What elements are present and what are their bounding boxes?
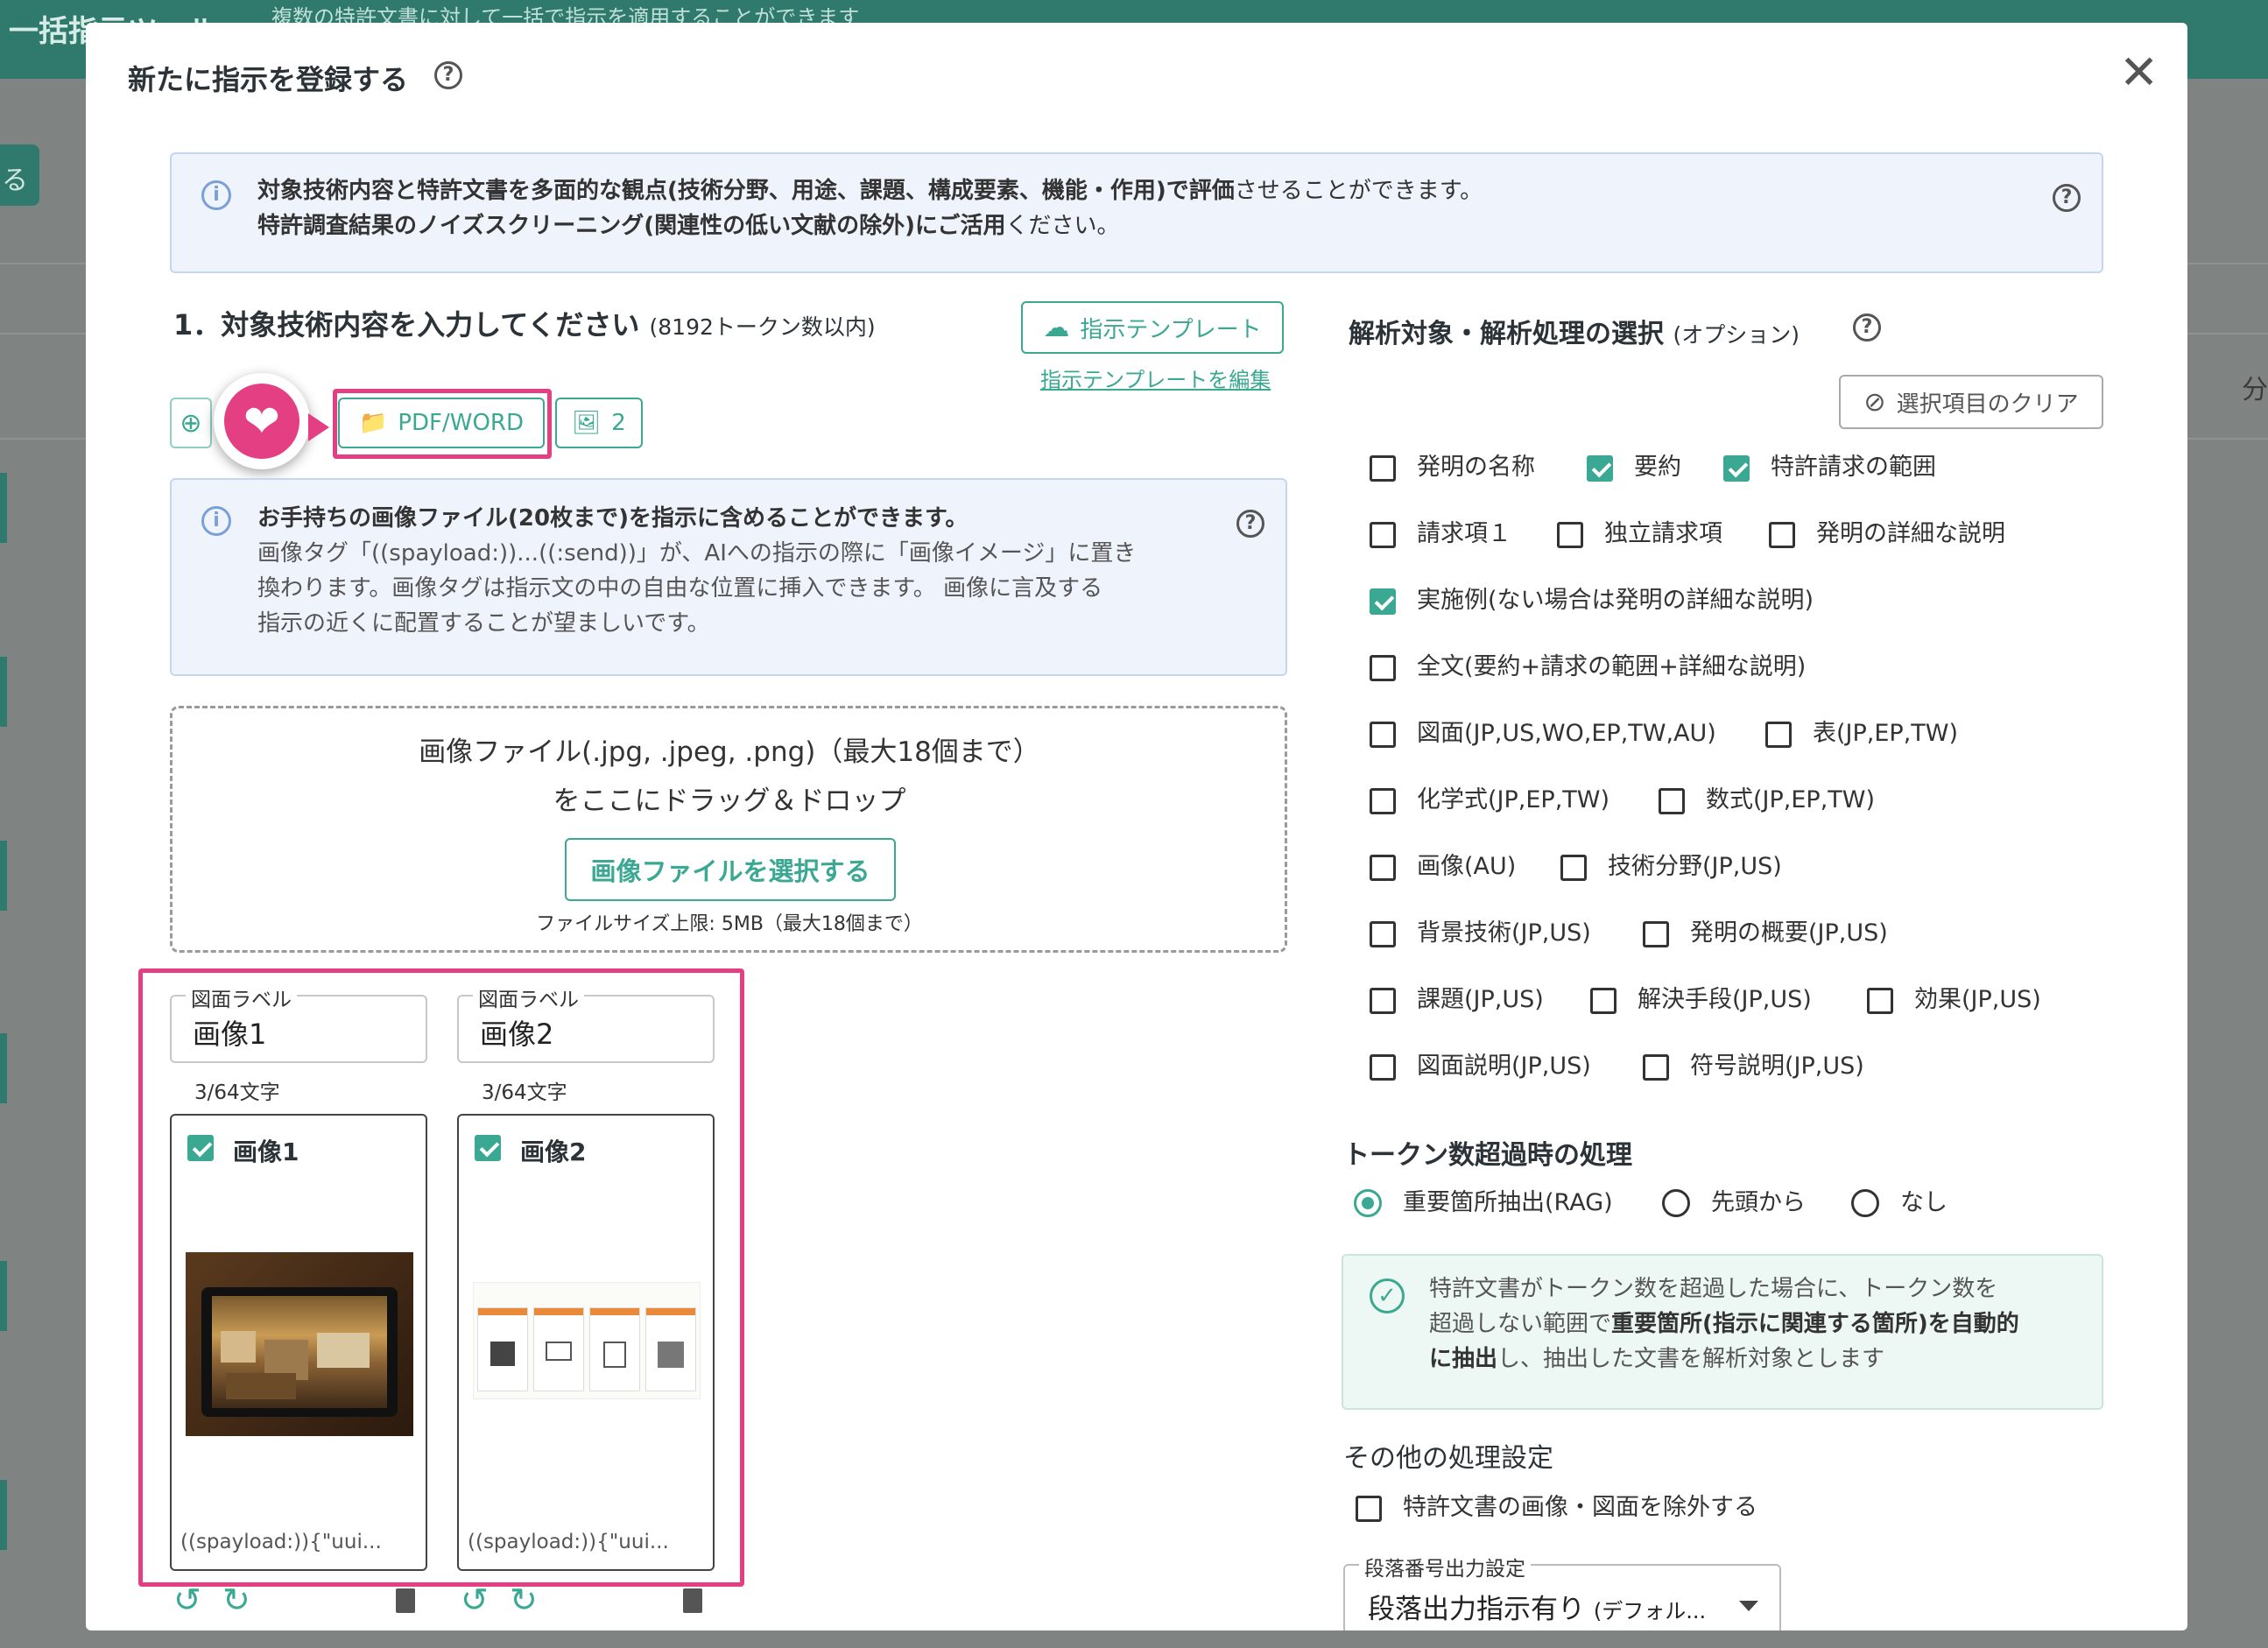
select-image-file-button[interactable]: 画像ファイルを選択する bbox=[565, 838, 896, 901]
figure-label-field-1[interactable]: 図面ラベル 画像1 bbox=[170, 982, 427, 1063]
image-checkbox-1[interactable] bbox=[187, 1135, 214, 1161]
delete-icon[interactable] bbox=[683, 1588, 702, 1613]
image-checkbox-2[interactable] bbox=[475, 1135, 501, 1161]
check-circle-icon: ✓ bbox=[1370, 1278, 1405, 1313]
register-instruction-dialog: 新たに指示を登録する ? ✕ i 対象技術内容と特許文書を多面的な観点(技術分野… bbox=[86, 23, 2187, 1630]
background-button: る bbox=[0, 144, 39, 206]
help-icon[interactable]: ? bbox=[1236, 510, 1264, 538]
help-icon[interactable]: ? bbox=[1853, 313, 1881, 342]
heart-icon: ❤ bbox=[224, 384, 299, 459]
close-icon[interactable]: ✕ bbox=[2119, 49, 2159, 96]
help-icon[interactable]: ? bbox=[434, 61, 462, 89]
pointer-arrow bbox=[308, 413, 329, 441]
clear-selection-button[interactable]: ⊘ 選択項目のクリア bbox=[1839, 375, 2103, 429]
plus-circle-icon: ⊕ bbox=[180, 407, 202, 439]
image-tag: ((spayload:)){"uui... bbox=[180, 1531, 382, 1553]
help-icon[interactable]: ? bbox=[2053, 184, 2081, 212]
info-icon: i bbox=[201, 506, 231, 536]
token-overflow-title: トークン数超過時の処理 bbox=[1343, 1140, 1632, 1171]
image-card-2: 画像2 ((spayload:)){"uui... bbox=[457, 1114, 715, 1571]
other-settings-title: その他の処理設定 bbox=[1343, 1443, 1553, 1474]
ban-icon: ⊘ bbox=[1863, 386, 1886, 418]
char-counter: 3/64文字 bbox=[194, 1081, 280, 1104]
info-icon: i bbox=[201, 180, 231, 210]
dialog-title: 新たに指示を登録する bbox=[128, 63, 409, 96]
rotate-right-icon[interactable]: ↻ bbox=[222, 1583, 250, 1616]
instruction-template-button[interactable]: ☁ 指示テンプレート bbox=[1021, 301, 1284, 354]
char-counter: 3/64文字 bbox=[482, 1081, 567, 1104]
paragraph-number-select[interactable]: 段落番号出力設定 段落出力指示有り (デフォル... bbox=[1343, 1552, 1781, 1630]
highlight-frame bbox=[333, 389, 552, 459]
cloud-download-icon: ☁ bbox=[1043, 312, 1070, 343]
rag-info-box: ✓ 特許文書がトークン数を超過した場合に、トークン数を 超過しない範囲で重要箇所… bbox=[1342, 1254, 2103, 1410]
add-image-icon: 🖼 bbox=[572, 410, 602, 436]
rotate-left-icon[interactable]: ↺ bbox=[173, 1583, 201, 1616]
image-tag: ((spayload:)){"uui... bbox=[468, 1531, 669, 1553]
image-card-1: 画像1 ((spayload:)){"uui... bbox=[170, 1114, 427, 1571]
image-info-box: i お手持ちの画像ファイル(20枚まで)を指示に含めることができます。 画像タグ… bbox=[170, 478, 1287, 676]
image-thumbnail bbox=[473, 1282, 701, 1399]
favorite-fab[interactable]: ❤ bbox=[214, 373, 310, 469]
input-section-title: 1．対象技術内容を入力してください (8192トークン数以内) bbox=[173, 308, 876, 342]
rotate-left-icon[interactable]: ↺ bbox=[461, 1583, 489, 1616]
info-banner: i 対象技術内容と特許文書を多面的な観点(技術分野、用途、課題、構成要素、機能・… bbox=[170, 152, 2103, 273]
rotate-right-icon[interactable]: ↻ bbox=[510, 1583, 538, 1616]
chevron-down-icon bbox=[1739, 1601, 1758, 1611]
analysis-target-title: 解析対象・解析処理の選択 (オプション) bbox=[1349, 319, 1800, 349]
delete-icon[interactable] bbox=[396, 1588, 415, 1613]
add-image-button[interactable]: 🖼 2 bbox=[555, 398, 643, 448]
image-thumbnail bbox=[186, 1252, 413, 1436]
figure-label-field-2[interactable]: 図面ラベル 画像2 bbox=[457, 982, 715, 1063]
image-dropzone[interactable]: 画像ファイル(.jpg, .jpeg, .png)（最大18個まで） をここにド… bbox=[170, 706, 1287, 953]
add-button[interactable]: ⊕ bbox=[170, 398, 212, 448]
edit-template-link[interactable]: 指示テンプレートを編集 bbox=[1040, 363, 1271, 393]
